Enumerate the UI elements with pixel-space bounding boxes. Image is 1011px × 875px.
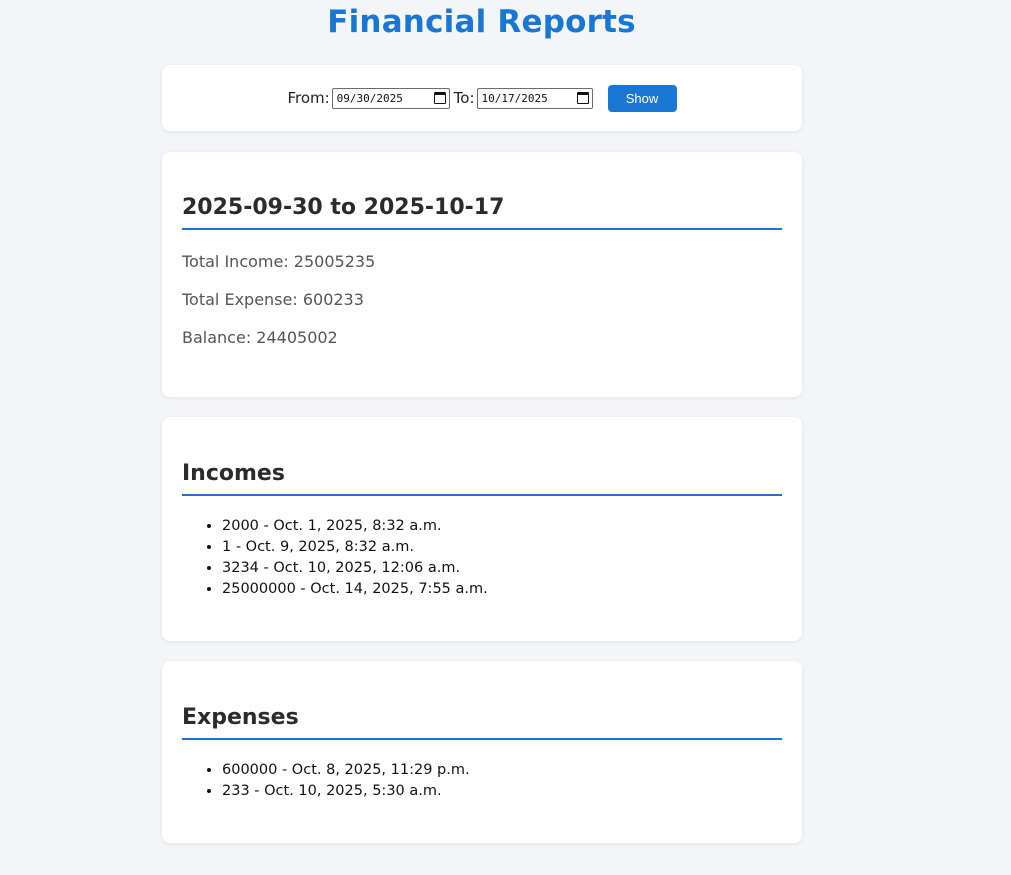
expenses-heading: Expenses xyxy=(182,705,782,740)
to-date-input[interactable]: 10/17/2025 xyxy=(476,87,593,109)
calendar-icon[interactable] xyxy=(433,92,446,104)
expenses-list: 600000 - Oct. 8, 2025, 11:29 p.m. 233 - … xyxy=(182,760,782,802)
calendar-icon[interactable] xyxy=(576,92,589,104)
incomes-heading: Incomes xyxy=(182,461,782,496)
incomes-list: 2000 - Oct. 1, 2025, 8:32 a.m. 1 - Oct. … xyxy=(182,516,782,600)
page-title: Financial Reports xyxy=(327,4,636,40)
from-date-input[interactable]: 09/30/2025 xyxy=(331,87,450,109)
expenses-card: Expenses 600000 - Oct. 8, 2025, 11:29 p.… xyxy=(162,661,802,843)
incomes-card: Incomes 2000 - Oct. 1, 2025, 8:32 a.m. 1… xyxy=(162,417,802,641)
to-label: To: xyxy=(453,89,475,107)
list-item: 600000 - Oct. 8, 2025, 11:29 p.m. xyxy=(222,760,782,781)
total-expense: Total Expense: 600233 xyxy=(182,290,364,309)
from-label: From: xyxy=(287,89,330,107)
list-item: 3234 - Oct. 10, 2025, 12:06 a.m. xyxy=(222,558,782,579)
list-item: 1 - Oct. 9, 2025, 8:32 a.m. xyxy=(222,537,782,558)
to-date-value: 10/17/2025 xyxy=(481,91,548,105)
summary-card: 2025-09-30 to 2025-10-17 Total Income: 2… xyxy=(162,152,802,397)
list-item: 233 - Oct. 10, 2025, 5:30 a.m. xyxy=(222,781,782,802)
show-button[interactable]: Show xyxy=(607,84,677,112)
balance: Balance: 24405002 xyxy=(182,328,338,347)
list-item: 25000000 - Oct. 14, 2025, 7:55 a.m. xyxy=(222,579,782,600)
from-date-value: 09/30/2025 xyxy=(336,91,403,105)
list-item: 2000 - Oct. 1, 2025, 8:32 a.m. xyxy=(222,516,782,537)
summary-heading: 2025-09-30 to 2025-10-17 xyxy=(182,195,782,230)
total-income: Total Income: 25005235 xyxy=(182,252,376,271)
date-filter-form: From: 09/30/2025 To: 10/17/2025 Show xyxy=(162,65,802,131)
